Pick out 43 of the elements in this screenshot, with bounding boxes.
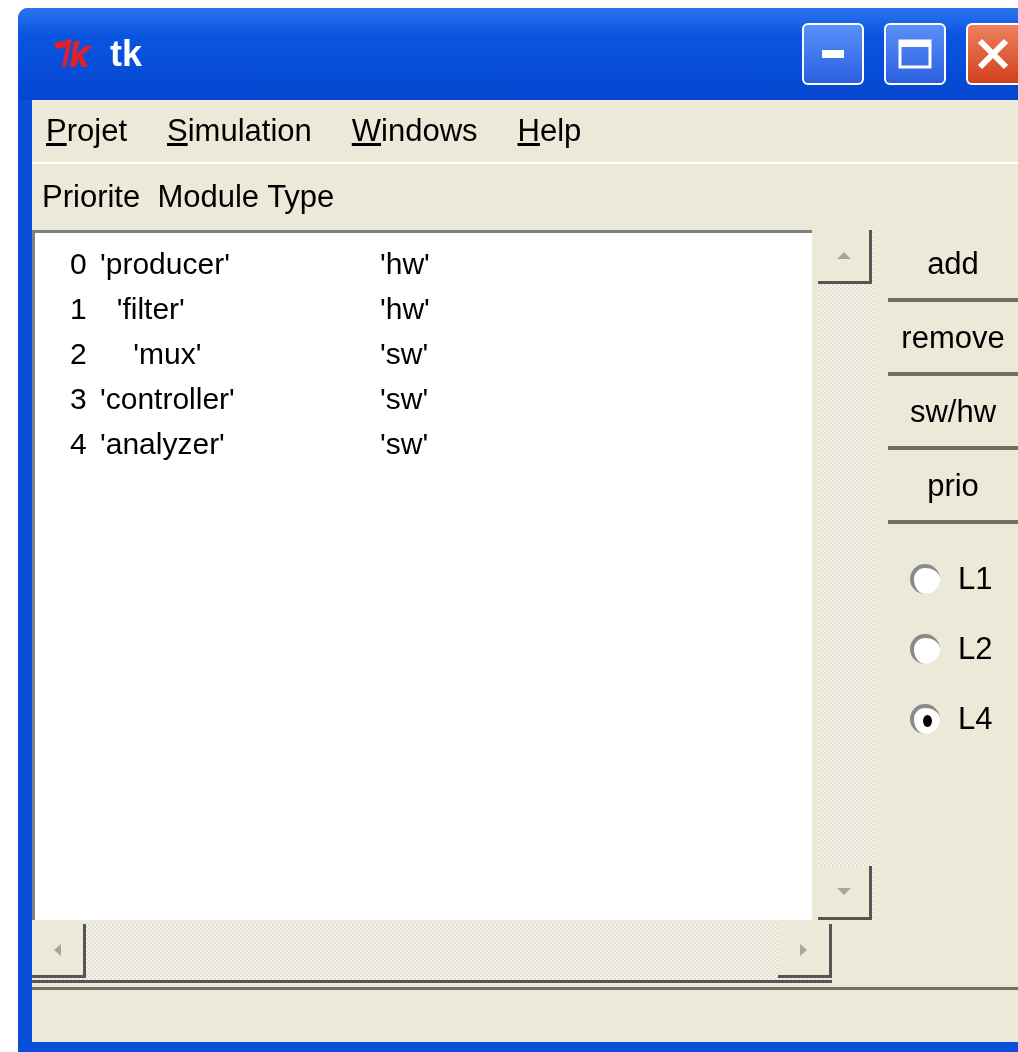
- close-icon: [976, 37, 1010, 71]
- menu-item[interactable]: Help: [517, 113, 582, 149]
- minimize-icon: [822, 50, 844, 58]
- maximize-icon: [898, 39, 932, 69]
- radio-label: L1: [958, 561, 993, 597]
- menu-item[interactable]: Simulation: [167, 113, 312, 149]
- scroll-down-button[interactable]: [818, 866, 872, 920]
- module-cell-text: 'mux': [132, 336, 203, 372]
- scroll-right-button[interactable]: [778, 924, 832, 978]
- type-cell-text: 'hw': [380, 246, 431, 282]
- radio-label: L2: [958, 631, 993, 667]
- window-title: tk: [110, 33, 143, 75]
- priority-cell-text: 2: [70, 336, 88, 372]
- maximize-button[interactable]: [884, 23, 946, 85]
- radio-button[interactable]: [910, 634, 940, 664]
- priority-cell-text: 3: [70, 381, 88, 417]
- menu-item[interactable]: Projet: [46, 113, 127, 149]
- module-cell-text: 'producer': [100, 246, 231, 282]
- up-arrow-icon: [836, 252, 851, 259]
- module-cell-text: 'analyzer': [100, 426, 226, 462]
- horizontal-scrollbar[interactable]: [32, 924, 832, 983]
- type-cell-text: 'sw': [380, 426, 430, 462]
- right-arrow-icon: [800, 943, 807, 956]
- column-headers: Priorite Module Type: [42, 179, 335, 215]
- priority-cell-text: 0: [70, 246, 88, 282]
- radio-button[interactable]: [910, 564, 940, 594]
- module-list[interactable]: 0 'producer' 'hw' 1 'filter' 'hw' 2 'mux' 'sw' 3 'controller' 'sw' 4 'analyzer' 'sw': [32, 230, 812, 920]
- left-arrow-icon: [54, 943, 61, 956]
- priority-cell-text: 1: [70, 291, 88, 327]
- minimize-button[interactable]: [802, 23, 864, 85]
- type-cell-text: 'sw': [380, 336, 430, 372]
- down-arrow-icon: [836, 888, 851, 895]
- menu-item[interactable]: Windows: [351, 113, 478, 149]
- vertical-scrollbar[interactable]: [818, 230, 874, 920]
- close-button[interactable]: [966, 23, 1018, 85]
- type-cell-text: 'sw': [380, 381, 430, 417]
- module-cell-text: 'filter': [115, 291, 186, 327]
- radio-button[interactable]: [910, 704, 940, 734]
- radio-label: L4: [958, 701, 993, 737]
- type-cell-text: 'hw': [380, 291, 431, 327]
- priority-cell-text: 4: [70, 426, 88, 462]
- module-cell-text: 'controller': [100, 381, 236, 417]
- scroll-left-button[interactable]: [32, 924, 86, 978]
